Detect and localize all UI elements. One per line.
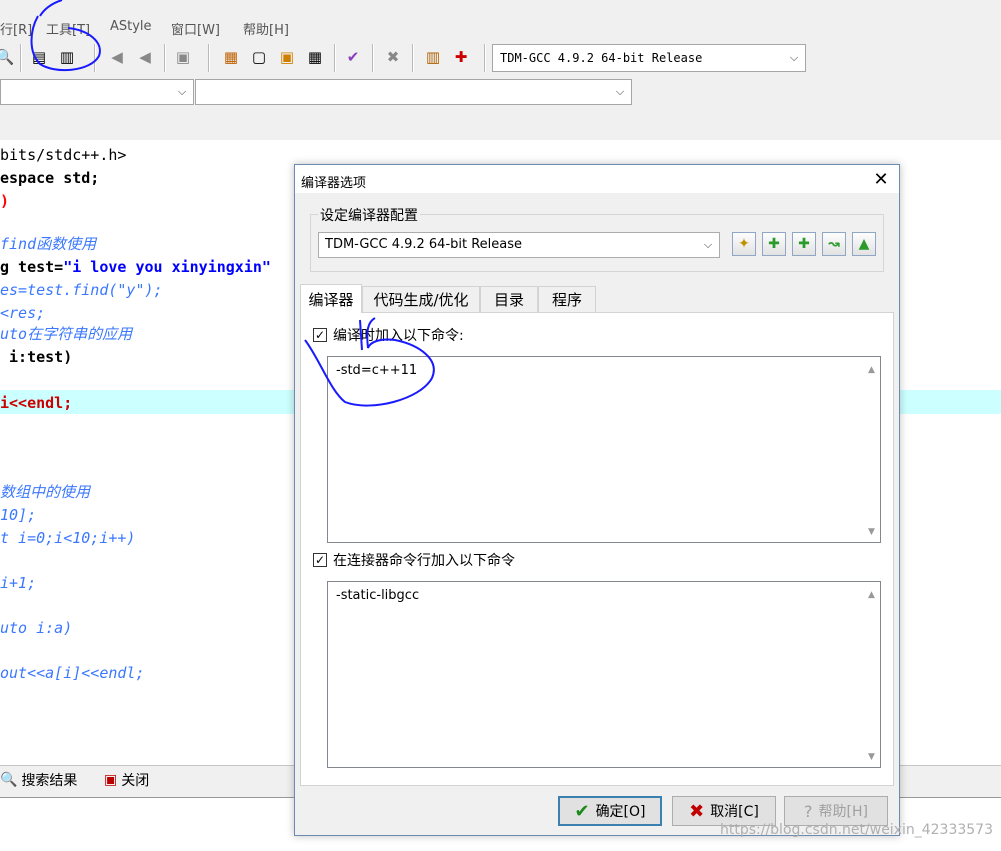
debug-icon[interactable]: ✚ — [450, 46, 472, 68]
toolbar-separator — [484, 44, 486, 72]
compile-commands-checkbox[interactable]: ✓ — [313, 328, 327, 342]
help-icon: ? — [804, 801, 813, 821]
scroll-up-icon[interactable]: ▲ — [863, 361, 880, 378]
toolbar-separator — [20, 44, 22, 72]
member-combo[interactable]: ⌵ — [195, 79, 632, 105]
linker-commands-checkbox[interactable]: ✓ — [313, 553, 327, 567]
scroll-down-icon[interactable]: ▼ — [863, 748, 880, 765]
add-compiler-icon[interactable]: ✚ — [762, 232, 786, 256]
compile-run-icon[interactable]: ▣ — [276, 46, 298, 68]
linker-commands-text: -static-libgcc — [336, 588, 420, 603]
compiler-select[interactable]: TDM-GCC 4.9.2 64-bit Release ⌵ — [492, 44, 806, 72]
ok-button[interactable]: ✔ 确定[O] — [558, 796, 662, 826]
run-icon[interactable]: ▢ — [248, 46, 270, 68]
code-string: "i love you xinyingxin" — [63, 258, 271, 276]
tab-code-generation[interactable]: 代码生成/优化 — [362, 286, 480, 312]
tab-programs[interactable]: 程序 — [538, 286, 596, 312]
code-line-comment: uto在字符串的应用 — [0, 325, 133, 343]
bookmark-prev-icon[interactable]: ◀ — [106, 46, 128, 68]
menu-help[interactable]: 帮助[H] — [243, 19, 289, 38]
code-line-comment: 10]; — [0, 506, 37, 524]
chevron-down-icon: ⌵ — [703, 238, 713, 251]
code-line-comment: uto i:a) — [0, 619, 73, 637]
add-blank-compiler-icon[interactable]: ✚ — [792, 232, 816, 256]
menu-tools[interactable]: 工具[T] — [46, 19, 90, 38]
scrollbar[interactable]: ▲ ▼ — [863, 582, 880, 767]
tab-compiler[interactable]: 编译器 — [300, 284, 362, 313]
cancel-button-label: 取消[C] — [710, 804, 759, 820]
compile-commands-text: -std=c++11 — [336, 363, 418, 378]
toolbar-separator — [164, 44, 166, 72]
code-line-comment: t i=0;i<10;i++) — [0, 529, 136, 547]
menu-window[interactable]: 窗口[W] — [171, 19, 220, 38]
scrollbar[interactable]: ▲ ▼ — [863, 357, 880, 542]
stop-execution-icon[interactable]: ✖ — [382, 46, 404, 68]
dialog-titlebar — [295, 165, 899, 193]
compile-commands-label: 编译时加入以下命令: — [333, 328, 464, 344]
check-syntax-icon[interactable]: ✔ — [342, 46, 364, 68]
tab-search-results-label: 搜索结果 — [21, 773, 78, 789]
linker-commands-textarea[interactable]: -static-libgcc ▲ ▼ — [327, 581, 881, 768]
toolbar-separator — [412, 44, 414, 72]
code-line: bits/stdc++.h> — [0, 146, 127, 164]
compiler-config-value: TDM-GCC 4.9.2 64-bit Release — [325, 237, 523, 252]
chevron-down-icon: ⌵ — [177, 85, 187, 98]
compile-commands-textarea[interactable]: -std=c++11 ▲ ▼ — [327, 356, 881, 543]
class-combo[interactable]: ⌵ — [0, 79, 194, 105]
unindent-icon[interactable]: ▥ — [56, 46, 78, 68]
rename-compiler-icon[interactable]: ↝ — [822, 232, 846, 256]
watermark: https://blog.csdn.net/weixin_42333573 — [719, 822, 993, 838]
code-line-comment: out<<a[i]<<endl; — [0, 664, 145, 682]
code-token: g test= — [0, 258, 64, 276]
code-line: espace std; — [0, 169, 100, 187]
tab-search-results[interactable]: 🔍 搜索结果 — [0, 768, 77, 792]
rebuild-icon[interactable]: ▦ — [304, 46, 326, 68]
checkmark-icon: ✔ — [574, 800, 590, 822]
compile-icon[interactable]: ▦ — [220, 46, 242, 68]
code-line-comment: i+1; — [0, 574, 37, 592]
code-line: g test="i love you xinyingxin" — [0, 256, 271, 278]
close-icon[interactable]: ✕ — [868, 166, 894, 192]
delete-compiler-icon[interactable]: ▲ — [852, 232, 876, 256]
find-icon[interactable]: 🔍 — [0, 46, 16, 68]
toolbar-separator — [334, 44, 336, 72]
tab-close-label: 关闭 — [121, 773, 150, 789]
close-panel-icon: ▣ — [104, 772, 118, 788]
toolbar-separator — [372, 44, 374, 72]
chevron-down-icon: ⌵ — [615, 85, 625, 98]
code-line-comment: <res; — [0, 304, 46, 322]
cancel-x-icon: ✖ — [689, 800, 705, 822]
code-line-comment: 数组中的使用 — [0, 483, 91, 501]
indent-icon[interactable]: ▤ — [28, 46, 50, 68]
search-icon: 🔍 — [0, 772, 18, 788]
help-button-label: 帮助[H] — [818, 804, 868, 820]
menu-astyle[interactable]: AStyle — [110, 19, 152, 34]
find-compiler-icon[interactable]: ✦ — [732, 232, 756, 256]
linker-commands-label: 在连接器命令行加入以下命令 — [333, 553, 515, 569]
code-line-comment: es=test.find("y"); — [0, 281, 163, 299]
ok-button-label: 确定[O] — [595, 804, 646, 820]
compiler-config-select[interactable]: TDM-GCC 4.9.2 64-bit Release ⌵ — [318, 232, 720, 258]
code-line-current: i<<endl; — [0, 394, 73, 412]
profile-icon[interactable]: ▥ — [422, 46, 444, 68]
code-line-comment: find函数使用 — [0, 235, 97, 253]
toggle-bookmark-icon[interactable]: ▣ — [172, 46, 194, 68]
compiler-config-group-label: 设定编译器配置 — [318, 205, 420, 225]
scroll-down-icon[interactable]: ▼ — [863, 523, 880, 540]
bookmark-next-icon[interactable]: ◀ — [134, 46, 156, 68]
compiler-select-value: TDM-GCC 4.9.2 64-bit Release — [500, 51, 703, 65]
tab-close[interactable]: ▣ 关闭 — [104, 768, 149, 792]
toolbar-separator — [94, 44, 96, 72]
tab-directories[interactable]: 目录 — [480, 286, 538, 312]
code-line: i:test) — [0, 348, 73, 366]
scroll-up-icon[interactable]: ▲ — [863, 586, 880, 603]
code-line: ) — [0, 192, 10, 210]
menu-bar: 行[R] 工具[T] AStyle 窗口[W] 帮助[H] — [0, 0, 1001, 40]
menu-run[interactable]: 行[R] — [0, 19, 32, 38]
chevron-down-icon: ⌵ — [789, 51, 799, 64]
toolbar-separator — [208, 44, 210, 72]
dialog-title: 编译器选项 — [301, 176, 367, 191]
